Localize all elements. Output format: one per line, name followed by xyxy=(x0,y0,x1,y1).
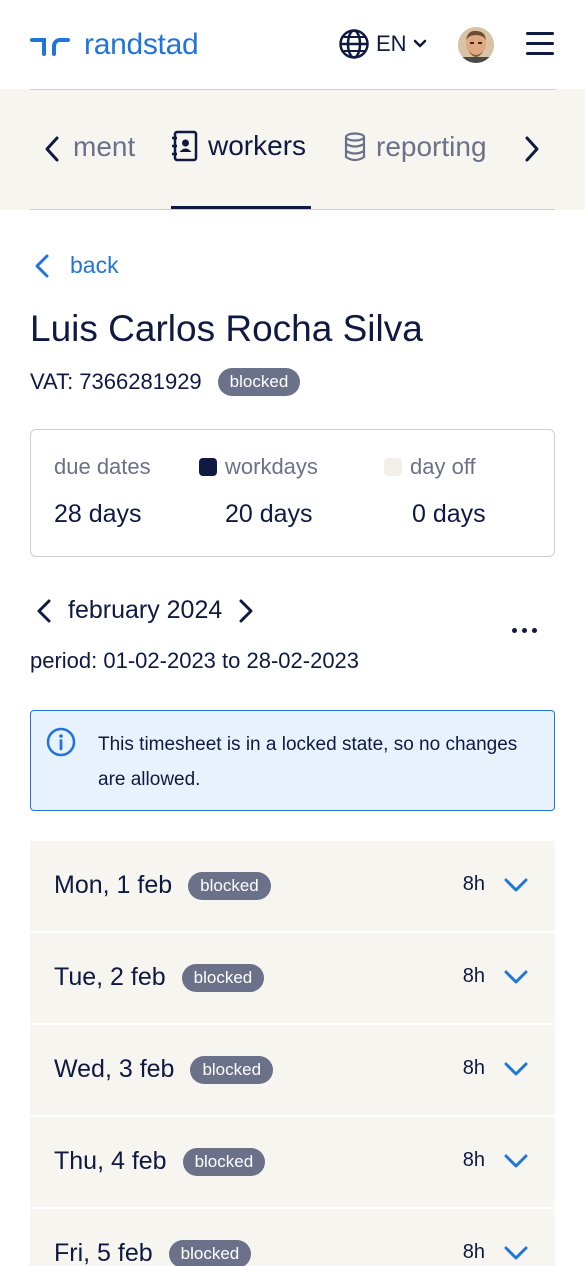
status-badge: blocked xyxy=(182,1147,266,1176)
status-badge: blocked xyxy=(188,871,271,900)
workdays-legend-swatch xyxy=(199,458,217,476)
randstad-logo-icon xyxy=(30,38,70,56)
day-list: Mon, 1 feb blocked 8h Tue, 2 feb blocked… xyxy=(30,841,555,1266)
day-label: Wed, 3 feb xyxy=(54,1055,175,1083)
day-label: Fri, 5 feb xyxy=(54,1239,153,1266)
chevron-down-icon[interactable] xyxy=(503,877,529,893)
hamburger-menu-button[interactable] xyxy=(526,32,554,56)
day-label: Thu, 4 feb xyxy=(54,1147,167,1175)
back-link[interactable]: back xyxy=(34,252,119,279)
status-badge: blocked xyxy=(190,1055,274,1084)
divider xyxy=(30,209,555,210)
worker-vat-row: VAT: 7366281929 blocked xyxy=(30,368,301,396)
day-hours: 8h xyxy=(462,1149,485,1171)
chevron-down-icon[interactable] xyxy=(503,1153,529,1169)
day-row[interactable]: Tue, 2 feb blocked 8h xyxy=(30,933,555,1023)
language-selector[interactable]: EN xyxy=(338,28,427,60)
stat-label: workdays xyxy=(225,454,318,479)
status-badge: blocked xyxy=(168,1239,252,1266)
menu-bar xyxy=(526,52,554,55)
chevron-right-icon xyxy=(525,136,539,162)
menu-bar xyxy=(526,42,554,45)
tab-label: reporting xyxy=(376,131,487,162)
worker-name: Luis Carlos Rocha Silva xyxy=(30,308,423,349)
info-message: This timesheet is in a locked state, so … xyxy=(98,734,518,790)
stat-due-dates: due dates 28 days xyxy=(54,454,151,529)
stat-value: 0 days xyxy=(412,500,486,528)
back-label: back xyxy=(70,252,119,278)
chevron-left-icon xyxy=(37,599,51,622)
vat-number: VAT: 7366281929 xyxy=(30,369,202,394)
app-header: randstad EN xyxy=(0,0,585,89)
stat-workdays: workdays 20 days xyxy=(199,454,318,529)
tabs-scroll-right-button[interactable] xyxy=(524,135,540,168)
tab-reporting[interactable]: reporting xyxy=(344,131,487,163)
section-tab-nav: ment workers reporting xyxy=(0,89,585,210)
user-avatar[interactable] xyxy=(458,27,494,63)
user-photo xyxy=(458,27,494,63)
dot xyxy=(532,628,537,633)
stat-label: day off xyxy=(410,454,476,479)
tab-label: workers xyxy=(208,130,307,161)
chevron-down-icon[interactable] xyxy=(503,1245,529,1261)
day-hours: 8h xyxy=(462,1241,485,1263)
day-row[interactable]: Fri, 5 feb blocked 8h xyxy=(30,1209,555,1266)
tabs-scroll-left-button[interactable] xyxy=(44,135,60,168)
previous-month-button[interactable] xyxy=(36,598,52,624)
database-icon xyxy=(344,132,366,162)
chevron-left-icon xyxy=(45,136,59,162)
logo-text: randstad xyxy=(84,28,199,61)
stat-label: due dates xyxy=(54,454,151,479)
day-hours: 8h xyxy=(462,965,485,987)
language-code: EN xyxy=(376,31,407,56)
tab-workers[interactable]: workers xyxy=(172,130,306,162)
day-row[interactable]: Thu, 4 feb blocked 8h xyxy=(30,1117,555,1207)
divider xyxy=(30,89,555,90)
stat-value: 28 days xyxy=(54,500,142,528)
chevron-right-icon xyxy=(239,599,253,622)
chevron-left-icon xyxy=(35,254,49,277)
day-row[interactable]: Wed, 3 feb blocked 8h xyxy=(30,1025,555,1115)
day-label: Tue, 2 feb xyxy=(54,963,166,991)
day-hours: 8h xyxy=(462,873,485,895)
tab-label: ment xyxy=(73,131,136,162)
dot xyxy=(512,628,517,633)
day-row[interactable]: Mon, 1 feb blocked 8h xyxy=(30,841,555,931)
month-selector: february 2024 xyxy=(36,596,254,625)
locked-info-banner: This timesheet is in a locked state, so … xyxy=(30,710,555,811)
contact-book-icon xyxy=(172,130,198,162)
period-range: period: 01-02-2023 to 28-02-2023 xyxy=(30,648,360,673)
chevron-down-icon[interactable] xyxy=(503,1061,529,1077)
chevron-down-icon[interactable] xyxy=(503,969,529,985)
stat-value: 20 days xyxy=(225,500,313,528)
day-hours: 8h xyxy=(462,1057,485,1079)
chevron-down-icon xyxy=(413,39,426,48)
next-month-button[interactable] xyxy=(238,598,254,624)
menu-bar xyxy=(526,32,554,35)
timesheet-summary-card: due dates 28 days workdays 20 days day o… xyxy=(30,429,555,557)
day-label: Mon, 1 feb xyxy=(54,871,173,899)
stat-day-off: day off 0 days xyxy=(384,454,486,529)
dot xyxy=(522,628,527,633)
status-badge: blocked xyxy=(217,368,301,396)
info-icon xyxy=(46,727,76,757)
tab-management[interactable]: ment xyxy=(73,131,135,163)
randstad-logo[interactable]: randstad xyxy=(30,28,199,62)
status-badge: blocked xyxy=(181,963,265,992)
globe-icon xyxy=(339,29,369,59)
more-options-button[interactable] xyxy=(512,628,537,633)
day-off-legend-swatch xyxy=(384,458,402,476)
month-label: february 2024 xyxy=(68,596,223,624)
